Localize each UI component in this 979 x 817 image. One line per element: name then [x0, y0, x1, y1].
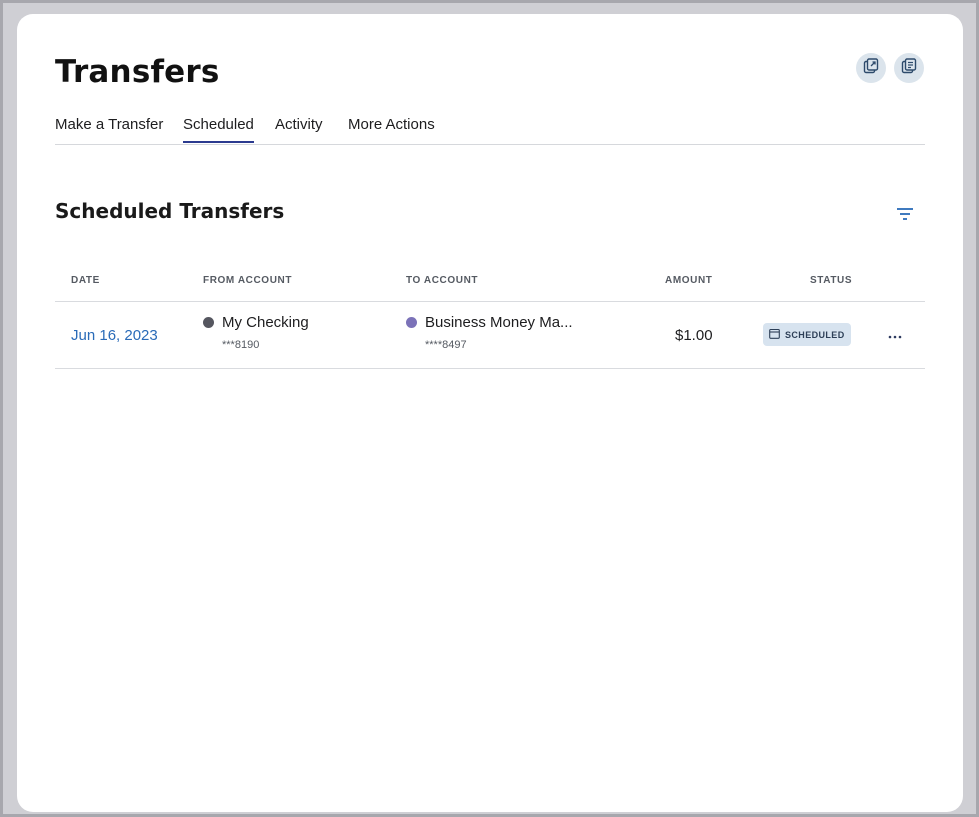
from-account-number: ***8190 — [222, 339, 260, 351]
column-header-status: STATUS — [810, 275, 853, 286]
transfer-date-link[interactable]: Jun 16, 2023 — [71, 327, 158, 344]
window-frame: Transfers Make a Transfer Scheduled Acti… — [0, 0, 979, 817]
page-title: Transfers — [55, 54, 220, 90]
status-badge: SCHEDULED — [763, 323, 851, 346]
from-account-name: My Checking — [222, 314, 309, 331]
column-header-amount: AMOUNT — [665, 275, 713, 286]
table-row-divider — [55, 368, 925, 369]
more-options-button[interactable] — [885, 324, 905, 344]
to-account-number: ****8497 — [425, 339, 467, 351]
transfers-card: Transfers Make a Transfer Scheduled Acti… — [17, 14, 963, 812]
tab-more-actions[interactable]: More Actions — [348, 116, 435, 141]
filter-button[interactable] — [893, 205, 917, 227]
tab-make-a-transfer[interactable]: Make a Transfer — [55, 116, 163, 141]
export-icon — [863, 57, 879, 79]
transfer-tabs: Make a Transfer Scheduled Activity More … — [55, 116, 925, 145]
column-header-from-account: FROM ACCOUNT — [203, 275, 293, 286]
filter-icon — [896, 207, 914, 226]
export-button[interactable] — [856, 53, 886, 83]
more-horizontal-icon — [888, 326, 902, 342]
transfer-amount: $1.00 — [675, 327, 713, 344]
from-account-color-dot — [203, 317, 214, 328]
status-label: SCHEDULED — [785, 329, 845, 340]
to-account-color-dot — [406, 317, 417, 328]
column-header-to-account: TO ACCOUNT — [406, 275, 479, 286]
tab-activity[interactable]: Activity — [275, 116, 323, 141]
table-header-divider — [55, 301, 925, 302]
tab-scheduled[interactable]: Scheduled — [183, 116, 254, 143]
column-header-date: DATE — [71, 275, 100, 286]
section-title: Scheduled Transfers — [55, 199, 285, 223]
print-button[interactable] — [894, 53, 924, 83]
to-account-name: Business Money Ma... — [425, 314, 573, 331]
calendar-icon — [769, 326, 780, 344]
print-icon — [901, 57, 917, 79]
